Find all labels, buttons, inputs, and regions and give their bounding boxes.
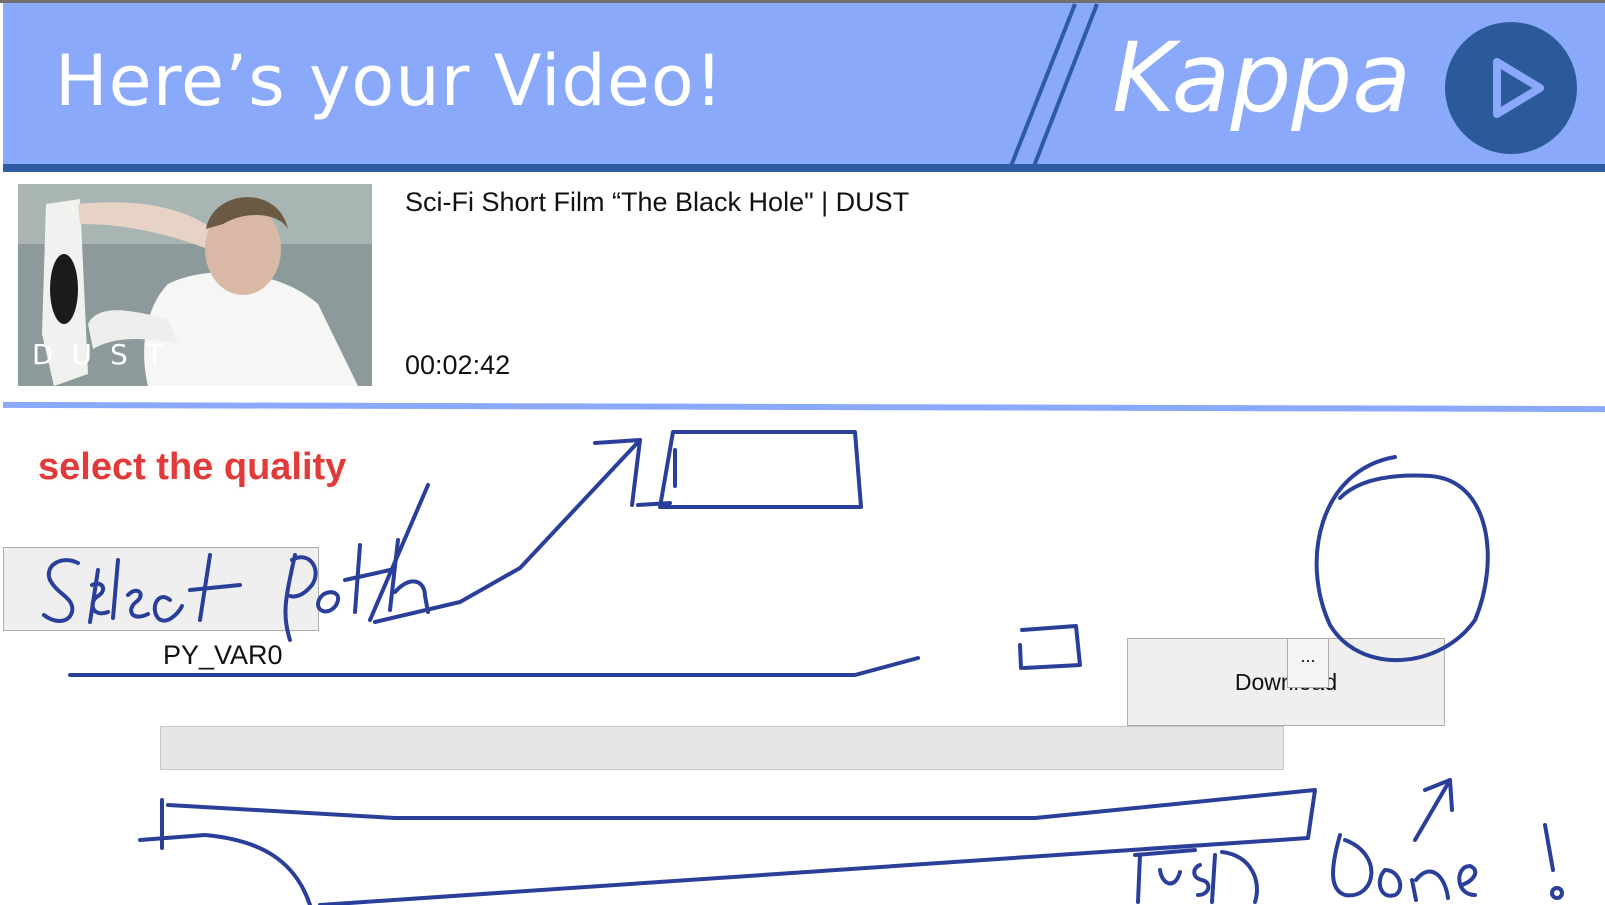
brand-logo-text: Kappa (1112, 22, 1412, 134)
video-thumbnail[interactable]: DUST (18, 184, 372, 386)
select-path-button[interactable] (3, 547, 319, 631)
play-icon[interactable] (1445, 22, 1577, 154)
more-options-button[interactable]: ... (1287, 638, 1329, 688)
thumbnail-watermark: DUST (32, 338, 181, 371)
header-underline (3, 164, 1605, 172)
download-progress-bar (160, 726, 1284, 770)
section-divider (3, 401, 1605, 413)
path-value-label: PY_VAR0 (163, 640, 283, 670)
video-title: Sci-Fi Short Film “The Black Hole" | DUS… (405, 187, 910, 217)
page-title: Here’s your Video! (55, 40, 724, 122)
download-button[interactable]: Download (1127, 638, 1445, 726)
video-duration: 00:02:42 (405, 350, 511, 380)
quality-note: select the quality (38, 446, 347, 488)
